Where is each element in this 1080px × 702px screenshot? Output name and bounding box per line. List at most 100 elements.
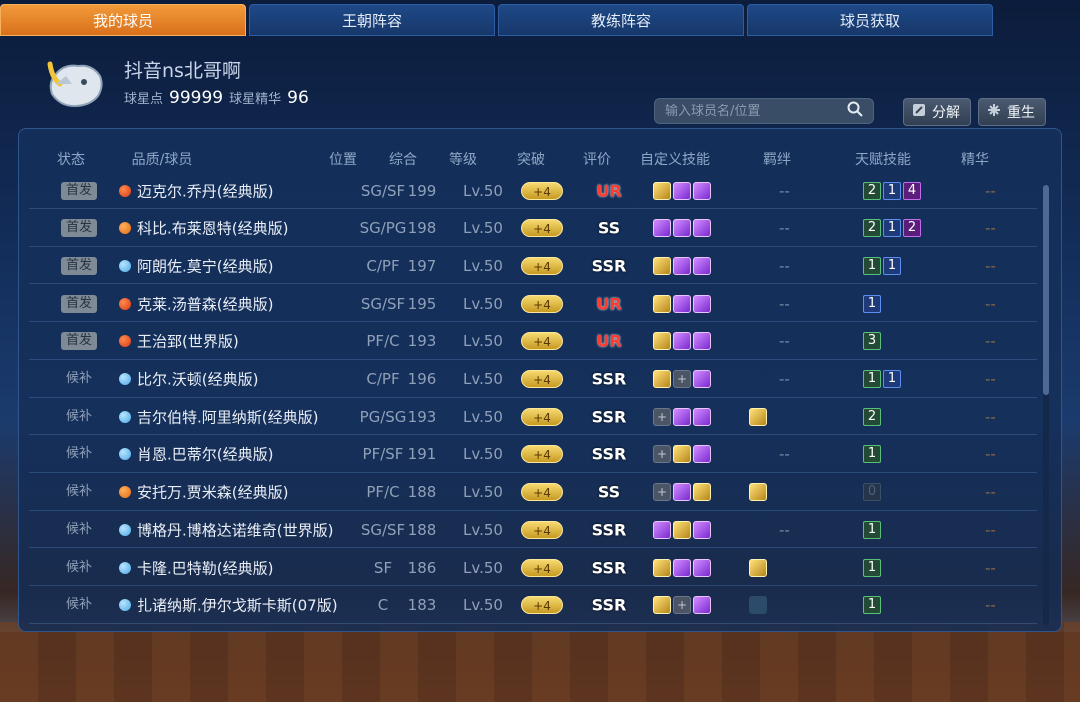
player-level: Lv.50 [463, 181, 503, 200]
table-row[interactable]: 候补 扎诸纳斯.伊尔戈斯卡斯(07版) C 183 Lv.50 +4 SSR +1 -- [29, 588, 1037, 624]
tab-dynasty-lineup[interactable]: 王朝阵容 [249, 4, 495, 36]
breakthrough-badge: +4 [521, 294, 563, 313]
rebirth-button[interactable]: 重生 [978, 98, 1046, 126]
talent-level[interactable]: 2 [863, 407, 881, 426]
status-badge: 候补 [65, 446, 92, 462]
skill-icon[interactable] [693, 407, 711, 426]
player-level: Lv.50 [463, 407, 503, 426]
player-name: 迈克尔.乔丹(经典版) [137, 182, 274, 200]
talent-level[interactable]: 1 [883, 181, 901, 200]
player-name: 克莱.汤普森(经典版) [137, 295, 274, 314]
skill-icon[interactable] [653, 596, 671, 615]
table-row[interactable]: 候补 博格丹.博格达诺维奇(世界版) SG/SF 188 Lv.50 +4 SSR -- 1 -- [29, 512, 1037, 549]
table-row[interactable]: 首发 王治郅(世界版) PF/C 193 Lv.50 +4 UR -- 3 -- [29, 324, 1037, 360]
add-skill-icon[interactable]: + [673, 596, 691, 615]
add-skill-icon[interactable]: + [653, 445, 671, 464]
skill-icon[interactable] [653, 558, 671, 577]
skill-icon[interactable] [673, 445, 691, 464]
talent-level[interactable]: 2 [863, 219, 881, 238]
table-row[interactable]: 候补 安托万.贾米森(经典版) PF/C 188 Lv.50 +4 SS +0 -- [29, 475, 1037, 511]
skill-icon[interactable] [673, 483, 691, 502]
essence-value: -- [985, 483, 996, 502]
essence-value: -- [985, 181, 996, 200]
skill-icon[interactable] [673, 181, 691, 200]
table-row[interactable]: 候补 吉尔伯特.阿里纳斯(经典版) PG/SG 193 Lv.50 +4 SSR +2 -- [29, 399, 1037, 436]
player-name: 阿朗佐.莫宁(经典版) [137, 257, 274, 276]
essence-value: -- [985, 596, 996, 615]
skill-icon[interactable] [673, 256, 691, 275]
search-input[interactable] [665, 103, 847, 119]
talent-level[interactable]: 1 [863, 370, 881, 388]
table-row[interactable]: 首发 克莱.汤普森(经典版) SG/SF 195 Lv.50 +4 UR -- 1 -- [29, 286, 1037, 323]
skill-icon[interactable] [693, 370, 711, 388]
bond-icon[interactable] [749, 407, 767, 426]
tab-player-acquire[interactable]: 球员获取 [747, 4, 993, 36]
list-scrollbar[interactable] [1043, 185, 1049, 625]
col-talent-skills: 天赋技能 [855, 152, 911, 168]
skill-icon[interactable] [673, 558, 691, 577]
talent-level[interactable]: 1 [883, 370, 901, 388]
skill-icon[interactable] [673, 219, 691, 238]
player-name: 博格丹.博格达诺维奇(世界版) [137, 521, 334, 540]
talent-skills: 1 [863, 294, 881, 313]
talent-level[interactable]: 0 [863, 483, 881, 502]
talent-level[interactable]: 1 [863, 558, 881, 577]
rhino-avatar-icon[interactable] [42, 54, 106, 112]
skill-icon[interactable] [693, 256, 711, 275]
talent-level[interactable]: 1 [863, 294, 881, 313]
skill-icon[interactable] [693, 483, 711, 502]
talent-level[interactable]: 2 [863, 181, 881, 200]
table-row[interactable]: 首发 科比.布莱恩特(经典版) SG/PG 198 Lv.50 +4 SS -- 2 1 2 -- [29, 211, 1037, 247]
skill-icon[interactable] [653, 332, 671, 351]
skill-icon[interactable] [653, 181, 671, 200]
talent-level[interactable]: 1 [863, 520, 881, 539]
skill-icon[interactable] [693, 558, 711, 577]
table-row[interactable]: 首发 迈克尔.乔丹(经典版) SG/SF 199 Lv.50 +4 UR -- 2 1 4 -- [29, 173, 1037, 209]
bond-icon[interactable] [749, 596, 767, 615]
add-skill-icon[interactable]: + [653, 483, 671, 502]
skill-icon[interactable] [693, 332, 711, 351]
skill-icon[interactable] [693, 181, 711, 200]
skill-icon[interactable] [653, 294, 671, 313]
talent-level[interactable]: 1 [883, 256, 901, 275]
grade-badge: UR [596, 294, 622, 314]
table-row[interactable]: 候补 肖恩.巴蒂尔(经典版) PF/SF 191 Lv.50 +4 SSR + -- 1 -- [29, 437, 1037, 473]
talent-level[interactable]: 1 [883, 219, 901, 238]
skill-icon[interactable] [653, 370, 671, 388]
tab-my-players[interactable]: 我的球员 [0, 4, 246, 36]
skill-icon[interactable] [653, 520, 671, 539]
add-skill-icon[interactable]: + [653, 407, 671, 426]
bond-icon[interactable] [749, 558, 767, 577]
talent-level[interactable]: 4 [903, 181, 921, 200]
skill-icon[interactable] [673, 407, 691, 426]
skill-icon[interactable] [653, 256, 671, 275]
table-row[interactable]: 候补 比尔.沃顿(经典版) C/PF 196 Lv.50 +4 SSR + -- 1 1 -- [29, 362, 1037, 398]
talent-level[interactable]: 1 [863, 596, 881, 615]
decompose-button[interactable]: 分解 [903, 98, 971, 126]
skill-icon[interactable] [653, 219, 671, 238]
search-icon[interactable] [847, 101, 863, 121]
grade-badge: UR [596, 331, 622, 351]
player-name: 扎诸纳斯.伊尔戈斯卡斯(07版) [137, 596, 338, 615]
talent-level[interactable]: 1 [863, 256, 881, 275]
scrollbar-thumb[interactable] [1043, 185, 1049, 395]
skill-icon[interactable] [673, 520, 691, 539]
skill-icon[interactable] [693, 294, 711, 313]
add-skill-icon[interactable]: + [673, 370, 691, 388]
talent-level[interactable]: 1 [863, 445, 881, 464]
table-row[interactable]: 候补 卡隆.巴特勒(经典版) SF 186 Lv.50 +4 SSR 1 -- [29, 550, 1037, 586]
essence-value: -- [985, 407, 996, 426]
skill-icon[interactable] [693, 520, 711, 539]
skill-icon[interactable] [693, 445, 711, 464]
bond-icon[interactable] [749, 483, 767, 502]
player-level: Lv.50 [463, 596, 503, 615]
quality-dot-icon [119, 486, 131, 499]
skill-icon[interactable] [693, 596, 711, 615]
skill-icon[interactable] [673, 332, 691, 351]
table-row[interactable]: 首发 阿朗佐.莫宁(经典版) C/PF 197 Lv.50 +4 SSR -- 1 1 -- [29, 248, 1037, 285]
talent-level[interactable]: 3 [863, 332, 881, 351]
skill-icon[interactable] [673, 294, 691, 313]
skill-icon[interactable] [693, 219, 711, 238]
tab-coach-lineup[interactable]: 教练阵容 [498, 4, 744, 36]
talent-level[interactable]: 2 [903, 219, 921, 238]
